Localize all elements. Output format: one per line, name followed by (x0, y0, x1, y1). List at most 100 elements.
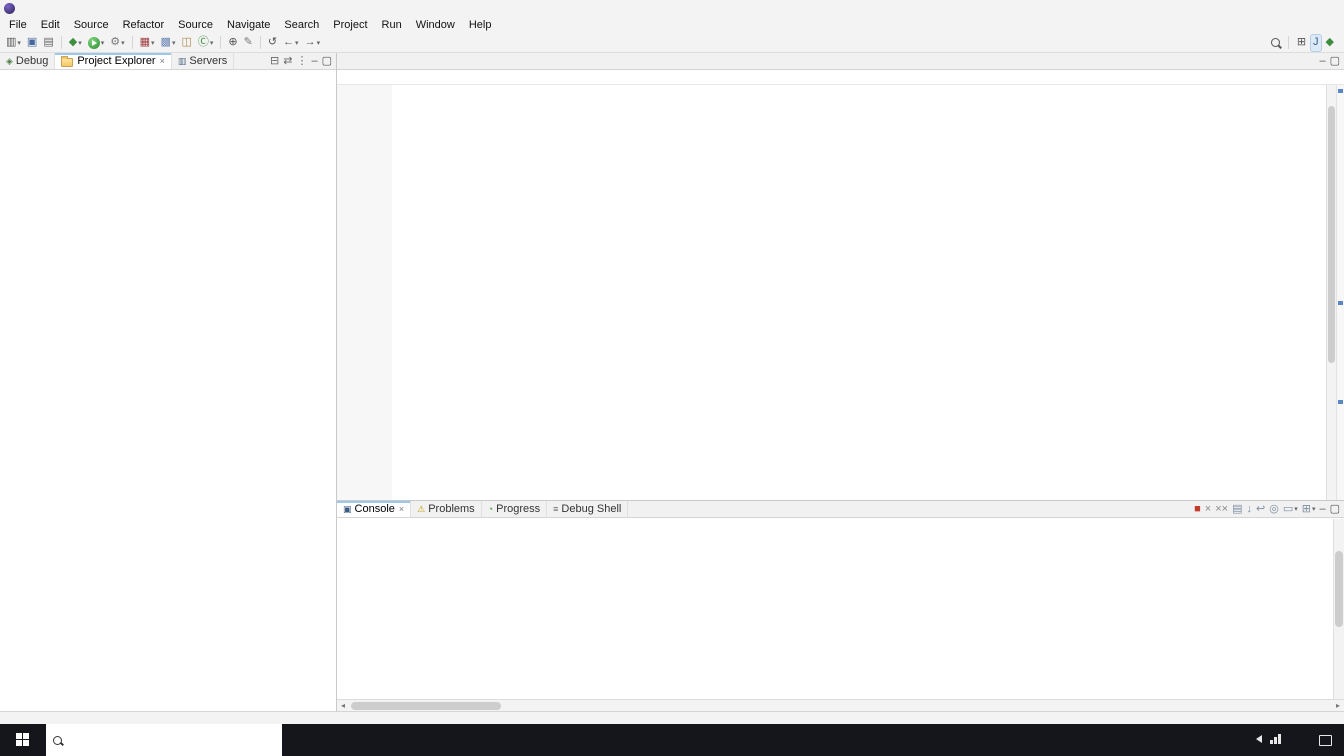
project-explorer-icon (61, 58, 73, 67)
debug-shell-icon: ≡ (553, 505, 558, 514)
volume-icon[interactable] (1250, 735, 1267, 746)
back-icon[interactable]: ←▾ (281, 35, 301, 51)
terminate-icon[interactable]: ■ (1192, 501, 1203, 517)
save-icon[interactable]: ▣ (25, 35, 39, 51)
progress-icon: ◔ (488, 505, 493, 514)
explorer-toolbar: ⊟⇄⋮–▢ (268, 53, 336, 69)
print-icon[interactable]: ▤ (41, 35, 55, 51)
pin-console-icon[interactable]: ◎ (1267, 501, 1281, 517)
menu-source[interactable]: Source (171, 19, 220, 31)
toolbar-separator (61, 36, 62, 49)
menu-file[interactable]: File (2, 19, 34, 31)
view-tab-label: Servers (189, 55, 227, 67)
network-icon[interactable] (1267, 734, 1284, 747)
menu-search[interactable]: Search (277, 19, 326, 31)
display-selected-console-icon[interactable]: ▭▾ (1281, 501, 1300, 517)
scroll-lock-icon[interactable]: ↓ (1244, 501, 1254, 517)
collapse-all-icon[interactable]: ⊟ (268, 53, 281, 69)
console-scrollbar-thumb[interactable] (1335, 551, 1343, 627)
open-search-icon[interactable]: ⊕ (226, 35, 239, 51)
debug-icon[interactable]: ◆▾ (67, 35, 84, 51)
new-java-project-icon[interactable]: ▩▾ (159, 35, 178, 51)
close-icon[interactable]: × (160, 56, 165, 66)
view-tab-label: Debug Shell (561, 503, 621, 515)
view-tab-problems[interactable]: ⚠Problems (411, 501, 482, 517)
view-tab-console[interactable]: ▣Console× (337, 501, 411, 517)
view-tab-project-explorer[interactable]: Project Explorer × (55, 53, 172, 69)
word-wrap-icon[interactable]: ↩ (1254, 501, 1267, 517)
view-tab-servers[interactable]: ▥Servers (172, 53, 234, 69)
console-output[interactable] (337, 519, 1344, 699)
system-tray (1230, 724, 1344, 756)
console-hscrollbar[interactable]: ◂ ▸ (337, 699, 1344, 711)
explorer-tab-bar: ◈Debug Project Explorer × ▥Servers ⊟⇄⋮–▢ (0, 53, 336, 70)
quick-search-icon[interactable] (1269, 35, 1282, 51)
coverage-icon[interactable]: ▦▾ (138, 35, 157, 51)
menu-refactor[interactable]: Refactor (116, 19, 172, 31)
view-menu-icon[interactable]: ⋮ (294, 53, 309, 69)
new-wizard-icon[interactable]: ▥▾ (4, 35, 23, 51)
editor-scrollbar-thumb[interactable] (1328, 106, 1335, 363)
scroll-right-icon[interactable]: ▸ (1332, 701, 1344, 710)
action-center-button[interactable] (1311, 735, 1339, 746)
maximize-view-icon[interactable]: ▢ (1328, 501, 1342, 517)
title-bar (0, 0, 1344, 17)
new-class-icon[interactable]: Ⓒ▾ (196, 35, 216, 51)
menu-project[interactable]: Project (326, 19, 374, 31)
close-button[interactable] (1314, 0, 1344, 17)
last-edit-location-icon[interactable]: ↺ (266, 35, 279, 51)
menu-run[interactable]: Run (375, 19, 409, 31)
view-tab-debug-shell[interactable]: ≡Debug Shell (547, 501, 628, 517)
taskbar-search[interactable] (46, 724, 282, 756)
view-tab-progress[interactable]: ◔Progress (482, 501, 547, 517)
menu-navigate[interactable]: Navigate (220, 19, 277, 31)
menu-edit[interactable]: Edit (34, 19, 67, 31)
minimize-view-icon[interactable]: – (309, 53, 319, 69)
window-controls (1254, 0, 1344, 17)
run-external-tools-icon[interactable]: ⚙▾ (108, 35, 126, 51)
minimize-view-icon[interactable]: – (1317, 501, 1327, 517)
view-tab-label: Project Explorer (77, 55, 155, 67)
run-icon[interactable]: ▾ (86, 35, 107, 51)
menu-source[interactable]: Source (67, 19, 116, 31)
debug-perspective-icon[interactable]: ◆ (1324, 35, 1336, 51)
overview-mark (1338, 89, 1343, 93)
open-console-icon[interactable]: ⊞▾ (1300, 501, 1318, 517)
project-tree[interactable] (0, 70, 336, 711)
toolbar-separator (220, 36, 221, 49)
remove-launch-icon[interactable]: × (1203, 501, 1213, 517)
open-perspective-icon[interactable]: ⊞ (1295, 35, 1308, 51)
maximize-button[interactable] (1284, 0, 1314, 17)
code-editor[interactable] (337, 85, 1326, 500)
main-toolbar: ▥▾▣▤ ◆▾▾⚙▾ ▦▾▩▾◫Ⓒ▾ ⊕✎ ↺←▾→▾ ⊞J◆ (0, 33, 1344, 53)
minimize-editor-icon[interactable]: – (1317, 53, 1327, 69)
minimize-button[interactable] (1254, 0, 1284, 17)
editor-area: –▢ (337, 53, 1344, 500)
toolbar-separator (260, 36, 261, 49)
console-scrollbar[interactable] (1333, 519, 1344, 699)
remove-all-launches-icon[interactable]: ×× (1213, 501, 1230, 517)
scroll-left-icon[interactable]: ◂ (337, 701, 349, 710)
editor-scrollbar[interactable] (1326, 85, 1336, 500)
view-tab-debug[interactable]: ◈Debug (0, 53, 55, 69)
clear-console-icon[interactable]: ▤ (1230, 501, 1244, 517)
mark-occurrences-icon[interactable]: ✎ (242, 35, 255, 51)
menu-window[interactable]: Window (409, 19, 462, 31)
overview-ruler[interactable] (1336, 85, 1344, 500)
new-package-icon[interactable]: ◫ (179, 35, 193, 51)
maximize-editor-icon[interactable]: ▢ (1328, 53, 1342, 69)
explorer-tabs: ◈Debug Project Explorer × ▥Servers (0, 53, 234, 69)
search-input[interactable] (69, 734, 244, 746)
console-tabs: ▣Console×⚠Problems◔Progress≡Debug Shell (337, 501, 628, 517)
close-icon[interactable]: × (399, 504, 404, 514)
menu-help[interactable]: Help (462, 19, 499, 31)
notifications-icon (1319, 735, 1332, 746)
java-perspective-icon[interactable]: J (1311, 35, 1321, 51)
link-with-editor-icon[interactable]: ⇄ (281, 53, 294, 69)
console-tab-bar: ▣Console×⚠Problems◔Progress≡Debug Shell … (337, 501, 1344, 518)
start-button[interactable] (0, 724, 46, 756)
forward-icon[interactable]: →▾ (303, 35, 323, 51)
console-hscroll-thumb[interactable] (351, 702, 501, 710)
maximize-view-icon[interactable]: ▢ (320, 53, 334, 69)
console-icon: ▣ (343, 505, 352, 514)
